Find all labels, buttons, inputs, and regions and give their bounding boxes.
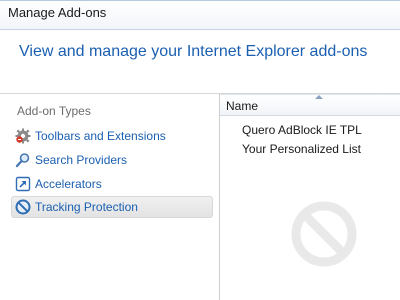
sidebar-item-search-providers[interactable]: Search Providers	[11, 149, 213, 171]
column-header-label: Name	[226, 99, 259, 113]
magnifier-icon	[15, 152, 31, 168]
sidebar-item-label: Toolbars and Extensions	[35, 129, 166, 143]
header-title: View and manage your Internet Explorer a…	[19, 43, 368, 60]
manage-addons-window: Manage Add-ons View and manage your Inte…	[0, 0, 400, 300]
list-item[interactable]: Quero AdBlock IE TPL	[242, 123, 362, 137]
sidebar-item-tracking-protection[interactable]: Tracking Protection	[11, 196, 213, 218]
window-title: Manage Add-ons	[8, 5, 107, 20]
column-header-name[interactable]: Name	[220, 94, 400, 116]
sidebar-item-accelerators[interactable]: Accelerators	[11, 173, 213, 195]
sidebar-item-label: Accelerators	[35, 177, 102, 191]
accelerator-icon	[15, 176, 31, 192]
sidebar-item-label: Tracking Protection	[35, 200, 138, 214]
sidebar-item-toolbars-and-extensions[interactable]: Toolbars and Extensions	[11, 125, 213, 147]
gear-icon	[15, 128, 31, 144]
addon-types-pane: Add-on Types Toolbars and Extensions Sea…	[0, 94, 218, 300]
sidebar-item-label: Search Providers	[35, 153, 128, 167]
sort-ascending-icon	[315, 95, 323, 99]
list-item[interactable]: Your Personalized List	[242, 142, 361, 156]
no-entry-icon	[15, 199, 31, 215]
header-banner: View and manage your Internet Explorer a…	[0, 29, 400, 94]
title-bar[interactable]: Manage Add-ons	[0, 1, 400, 29]
tracking-protection-watermark-icon	[291, 201, 357, 267]
addon-list-pane: Name Quero AdBlock IE TPL Your Personali…	[219, 94, 400, 300]
addon-types-heading: Add-on Types	[17, 104, 91, 118]
